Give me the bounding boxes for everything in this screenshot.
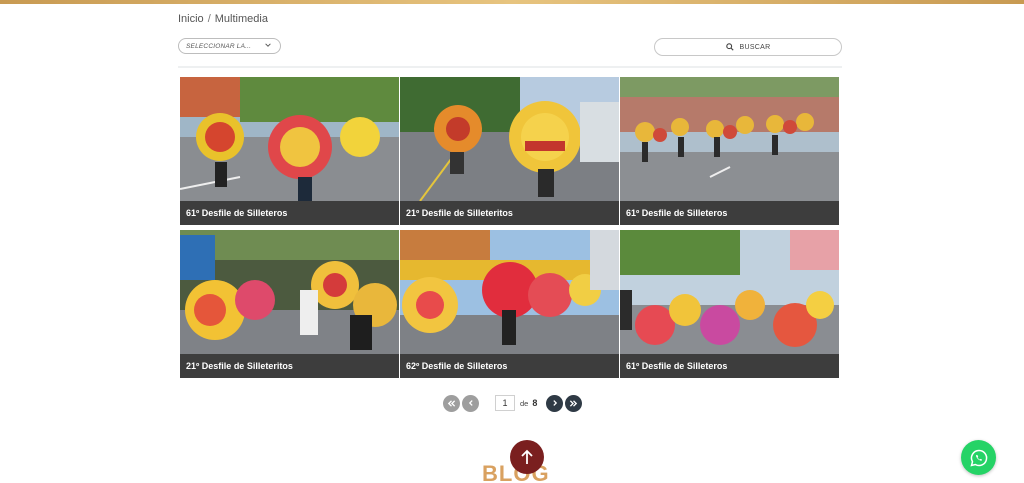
page-of-label: de bbox=[520, 398, 529, 408]
category-select[interactable]: SELECCIONAR LA... bbox=[178, 38, 281, 54]
search-icon bbox=[725, 43, 734, 51]
gallery-photo bbox=[180, 230, 399, 354]
gallery-caption: 61º Desfile de Silleteros bbox=[620, 354, 839, 378]
double-chevron-left-icon bbox=[447, 399, 456, 407]
breadcrumb-home-link[interactable]: Inicio bbox=[178, 13, 204, 25]
top-accent-bar bbox=[0, 0, 1024, 4]
search-button[interactable]: BUSCAR bbox=[654, 38, 842, 56]
gallery-caption: 21º Desfile de Silleteritos bbox=[400, 201, 619, 225]
gallery-photo bbox=[400, 77, 619, 201]
gallery-photo bbox=[620, 230, 839, 354]
double-chevron-right-icon bbox=[570, 399, 578, 407]
gallery-grid: 61º Desfile de Silleteros 21º Desfile de… bbox=[180, 77, 839, 378]
chevron-left-icon bbox=[468, 400, 473, 406]
category-select-label: SELECCIONAR LA... bbox=[186, 43, 252, 50]
gallery-card[interactable]: 61º Desfile de Silleteros bbox=[620, 230, 839, 378]
gallery-caption: 61º Desfile de Silleteros bbox=[620, 201, 839, 225]
gallery-card[interactable]: 61º Desfile de Silleteros bbox=[620, 77, 839, 225]
search-label: BUSCAR bbox=[739, 43, 771, 51]
whatsapp-button[interactable] bbox=[961, 440, 996, 475]
gallery-photo bbox=[180, 77, 399, 201]
chevron-right-icon bbox=[553, 400, 557, 406]
gallery-caption: 61º Desfile de Silleteros bbox=[180, 201, 399, 225]
gallery-card[interactable]: 62º Desfile de Silleteros bbox=[400, 230, 619, 378]
breadcrumb-current: Multimedia bbox=[214, 13, 268, 25]
breadcrumb: Inicio / Multimedia bbox=[178, 13, 268, 25]
pagination: 1 de 8 bbox=[443, 394, 583, 412]
arrow-up-icon bbox=[521, 449, 533, 464]
whatsapp-icon bbox=[969, 449, 987, 467]
gallery-photo bbox=[620, 77, 839, 201]
previous-page-button[interactable] bbox=[462, 394, 479, 412]
breadcrumb-separator: / bbox=[207, 13, 211, 25]
next-page-button[interactable] bbox=[546, 394, 564, 412]
divider bbox=[178, 66, 842, 68]
gallery-photo bbox=[400, 230, 619, 354]
last-page-button[interactable] bbox=[565, 394, 583, 412]
first-page-button[interactable] bbox=[443, 394, 460, 412]
page-total: 8 bbox=[532, 398, 538, 408]
gallery-card[interactable]: 61º Desfile de Silleteros bbox=[180, 77, 399, 225]
scroll-to-top-button[interactable] bbox=[510, 440, 544, 474]
gallery-card[interactable]: 21º Desfile de Silleteritos bbox=[400, 77, 619, 225]
chevron-down-icon bbox=[265, 43, 271, 47]
gallery-caption: 62º Desfile de Silleteros bbox=[400, 354, 619, 378]
gallery-caption: 21º Desfile de Silleteritos bbox=[180, 354, 399, 378]
gallery-card[interactable]: 21º Desfile de Silleteritos bbox=[180, 230, 399, 378]
page-number-input[interactable]: 1 bbox=[495, 395, 515, 411]
